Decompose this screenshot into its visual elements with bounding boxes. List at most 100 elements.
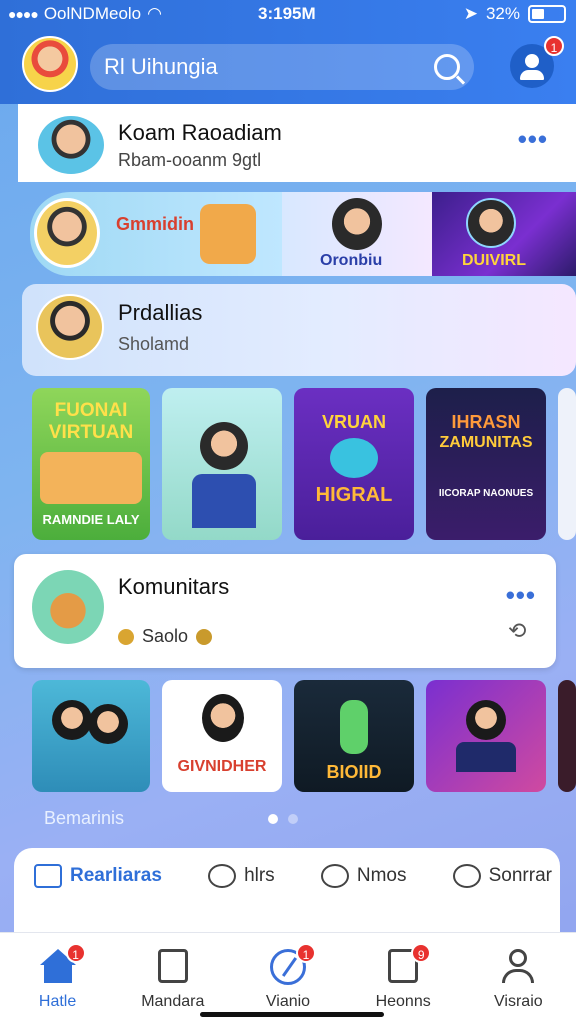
tile-caption: BIOIID: [326, 762, 382, 782]
content-tile-partial[interactable]: [558, 388, 576, 540]
section-label: Bemarinis: [44, 808, 125, 828]
chat-bubble-icon: [452, 864, 481, 888]
more-options-icon[interactable]: •••: [518, 124, 548, 155]
nav-home[interactable]: 1 Hatle: [8, 943, 108, 1011]
chat-bubble-icon: [320, 864, 349, 888]
banner-avatar: [332, 198, 382, 250]
status-time: 3:195M: [258, 4, 316, 23]
tile-globe-image: [330, 438, 378, 478]
pager-dot[interactable]: [288, 814, 298, 824]
top-profile-card[interactable]: Koam Raoadiam Rbam-ooanm 9gtl •••: [18, 104, 576, 182]
user-avatar[interactable]: [22, 36, 78, 92]
community-subtitle-row: Saolo: [118, 626, 213, 647]
tile-title: FUONAI: [54, 400, 128, 421]
share-icon[interactable]: ⟲: [508, 618, 534, 644]
media-tile[interactable]: BIOIID: [294, 680, 414, 792]
banner-item[interactable]: Gmmidin: [30, 192, 282, 276]
document-icon: [155, 949, 191, 985]
tab-label: Sonrrar: [488, 865, 552, 886]
content-tile[interactable]: FUONAI VIRTUAN RAMNDIE LALY: [32, 388, 150, 540]
nav-label: Vianio: [265, 993, 311, 1010]
tile-title-2: VIRTUAN: [48, 422, 134, 443]
tile-title: IHRASN: [451, 412, 521, 432]
person-icon-head: [525, 54, 539, 68]
tab-label: hlrs: [244, 865, 275, 886]
tab-label: Rearliaras: [70, 865, 162, 886]
profile-subtitle: Rbam-ooanm 9gtl: [118, 150, 262, 170]
carousel-pager[interactable]: [268, 814, 298, 824]
status-bar: ●●●● OolNDMeolo ◠ 3:195M ➤ 32%: [0, 0, 576, 28]
profile-name: Koam Raoadiam: [118, 120, 282, 145]
notification-badge: 1: [544, 36, 564, 56]
nav-label: Visraio: [494, 993, 543, 1010]
community-card[interactable]: Komunitars Saolo ••• ⟲: [14, 554, 556, 668]
nav-heonns[interactable]: 9 Heonns: [353, 943, 453, 1011]
community-title: Komunitars: [118, 574, 230, 599]
tile-caption: RAMNDIE LALY: [42, 512, 140, 527]
profile-avatar: [36, 114, 106, 176]
status-left: ●●●● OolNDMeolo ◠: [8, 4, 162, 24]
nav-badge: 9: [411, 943, 432, 963]
person-icon: [500, 949, 536, 985]
community-subtitle: Saolo: [142, 626, 189, 646]
banner-title: Oronbiu: [320, 252, 383, 269]
media-tile[interactable]: [426, 680, 546, 792]
banner-title: DUIVIRL: [462, 252, 526, 269]
home-indicator: [200, 1012, 384, 1017]
content-tile[interactable]: VRUAN HIGRAL: [294, 388, 414, 540]
coin-icon: [118, 628, 134, 645]
nav-label: Heonns: [375, 993, 431, 1010]
tile-person-image: [466, 700, 506, 740]
pager-dot-active[interactable]: [268, 814, 278, 824]
tab-rearliaras[interactable]: Rearliaras: [34, 864, 162, 888]
more-options-icon[interactable]: •••: [506, 580, 536, 611]
chat-bubble-icon: [208, 864, 237, 888]
nav-visraio[interactable]: Visraio: [468, 949, 568, 1011]
tile-person-image: [200, 422, 248, 470]
signal-icon: ●●●●: [8, 6, 39, 22]
battery-percent: 32%: [485, 4, 520, 23]
nav-label: Mandara: [141, 993, 205, 1010]
tile-person-image: [202, 694, 244, 742]
banner-title: Gmmidin: [116, 214, 195, 234]
tile-caption: IICORAP NAONUES: [438, 488, 534, 499]
nav-mandara[interactable]: Mandara: [123, 949, 223, 1011]
tile-characters-image: [40, 452, 142, 504]
bottom-navigation: 1 Hatle Mandara 1 Vianio 9 Heonns Visrai…: [0, 932, 576, 1024]
featured-subtitle: Sholamd: [118, 334, 190, 354]
carrier-label: OolNDMeolo: [43, 4, 142, 23]
banner-item[interactable]: DUIVIRL: [432, 192, 576, 276]
media-tile[interactable]: [32, 680, 150, 792]
app-header: ●●●● OolNDMeolo ◠ 3:195M ➤ 32% Rl Uihung…: [0, 0, 576, 104]
person-icon-body: [520, 70, 544, 80]
featured-avatar: [36, 294, 104, 360]
search-text: Rl Uihungia: [104, 54, 218, 79]
banner-carousel[interactable]: Gmmidin Oronbiu DUIVIRL: [30, 192, 576, 276]
tile-caption: GIVNIDHER: [177, 758, 267, 775]
content-tile[interactable]: [162, 388, 282, 540]
battery-icon: [528, 5, 566, 23]
tile-figure-image: [340, 700, 368, 754]
banner-item[interactable]: Oronbiu: [282, 192, 432, 276]
featured-title: Prdallias: [118, 300, 203, 325]
content-tile[interactable]: IHRASN ZAMUNITAS IICORAP NAONUES: [426, 388, 546, 540]
tab-nmos[interactable]: Nmos: [320, 864, 406, 888]
profile-button[interactable]: 1: [510, 36, 564, 88]
banner-avatar: [466, 198, 516, 248]
nav-vianio[interactable]: 1 Vianio: [238, 943, 338, 1011]
tile-title-2: ZAMUNITAS: [439, 434, 533, 451]
banner-character-image: [200, 204, 256, 264]
nav-label: Hatle: [38, 993, 77, 1010]
home-outline-icon: [34, 864, 62, 888]
search-bar[interactable]: Rl Uihungia: [90, 44, 474, 90]
media-tile-partial[interactable]: [558, 680, 576, 792]
featured-card[interactable]: Prdallias Sholamd: [22, 284, 576, 376]
tile-suit-image: [192, 474, 256, 528]
tab-sonrrar[interactable]: Sonrrar: [452, 864, 552, 888]
media-tile[interactable]: GIVNIDHER: [162, 680, 282, 792]
status-right: ➤ 32%: [464, 4, 566, 24]
tile-suit-image: [456, 742, 516, 772]
tile-title-2: HIGRAL: [315, 484, 393, 506]
search-icon[interactable]: [434, 54, 460, 80]
tab-hlrs[interactable]: hlrs: [208, 864, 275, 888]
